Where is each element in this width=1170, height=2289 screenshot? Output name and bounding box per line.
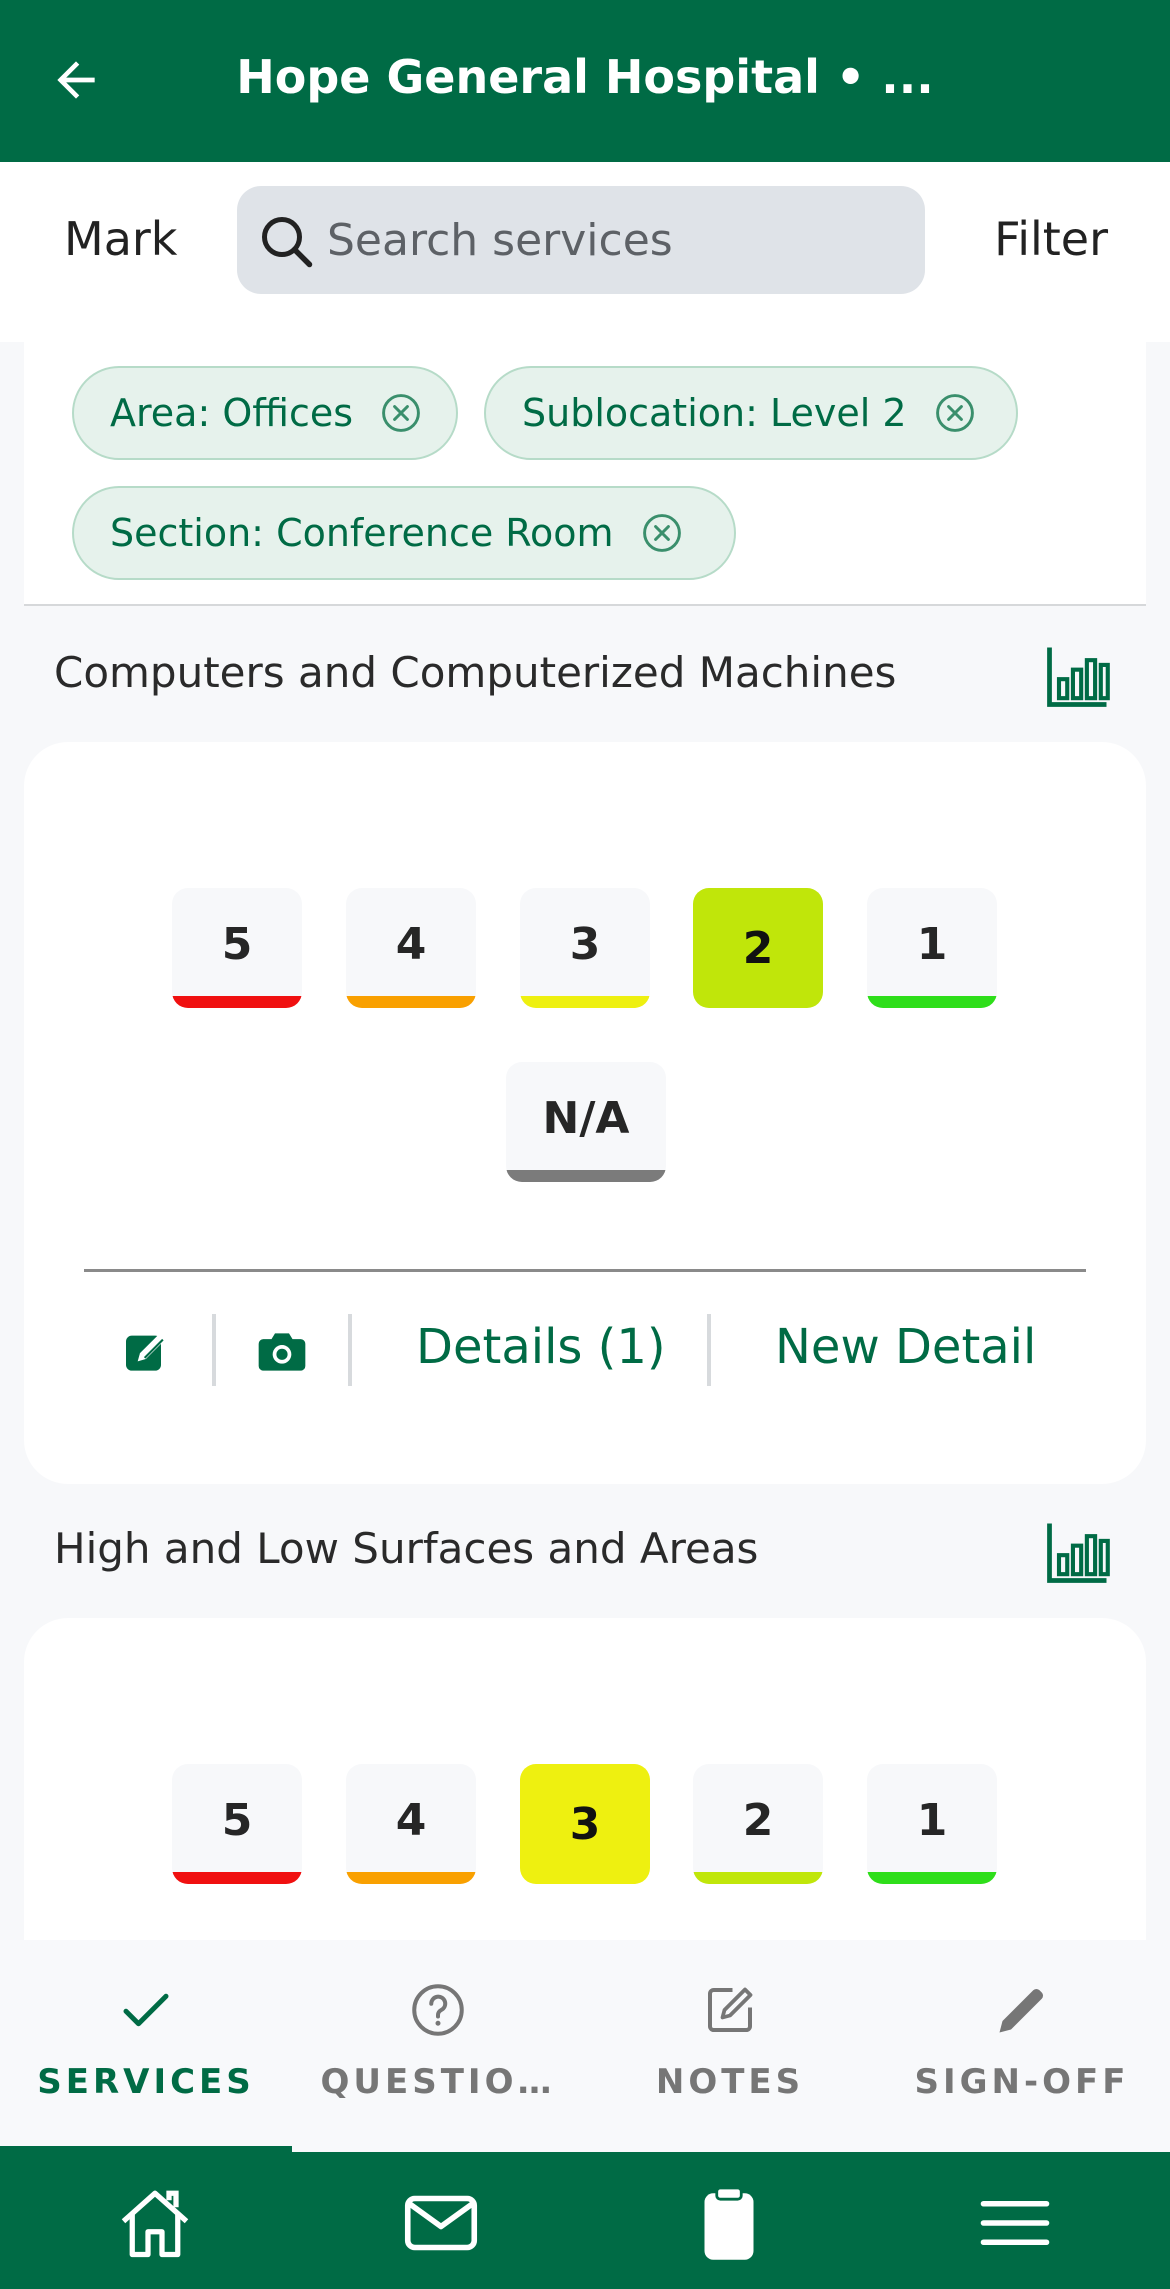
rating-button-2[interactable]: 2 (693, 888, 823, 1008)
tab-sign-off[interactable]: SIGN-OFF (876, 1940, 1168, 2152)
service-title: Computers and Computerized Machines (54, 648, 897, 697)
mark-button[interactable]: Mark (64, 212, 177, 266)
home-icon (121, 2190, 189, 2258)
back-button[interactable] (36, 40, 116, 120)
rating-color-bar (520, 996, 650, 1008)
close-circle-icon[interactable] (379, 391, 423, 435)
service-card: 5 4 3 2 1 N/A Details (1) New Detail (24, 742, 1146, 1484)
search-toolbar: Mark Filter (0, 162, 1170, 342)
rating-button-3[interactable]: 3 (520, 1764, 650, 1884)
filter-chip-section[interactable]: Section: Conference Room (72, 486, 736, 580)
bottom-tab-bar: SERVICES QUESTIO… NOTES SIGN-OFF (0, 1940, 1170, 2152)
tab-notes[interactable]: NOTES (584, 1940, 876, 2152)
filter-chip-sublocation[interactable]: Sublocation: Level 2 (484, 366, 1018, 460)
mail-button[interactable] (396, 2178, 486, 2268)
rating-button-3[interactable]: 3 (520, 888, 650, 1008)
separator (348, 1314, 352, 1386)
search-box[interactable] (237, 186, 925, 294)
rating-button-4[interactable]: 4 (346, 888, 476, 1008)
notes-icon (708, 1987, 753, 2032)
filter-chip-label: Sublocation: Level 2 (522, 391, 907, 435)
separator (707, 1314, 711, 1386)
top-app-bar: Hope General Hospital • ... (0, 0, 1170, 162)
close-circle-icon[interactable] (933, 391, 977, 435)
rating-color-bar (867, 996, 997, 1008)
rating-color-bar (346, 1872, 476, 1884)
bottom-navigation (0, 2152, 1170, 2289)
details-link[interactable]: Details (1) (416, 1319, 666, 1375)
rating-button-na[interactable]: N/A (506, 1062, 666, 1182)
edit-icon[interactable] (119, 1324, 175, 1380)
home-button[interactable] (110, 2178, 200, 2268)
tab-services[interactable]: SERVICES (0, 1940, 292, 2152)
tab-label: SIGN-OFF (914, 2062, 1130, 2102)
rating-button-5[interactable]: 5 (172, 888, 302, 1008)
separator (212, 1314, 216, 1386)
rating-color-bar (172, 1872, 302, 1884)
filter-chip-label: Area: Offices (110, 391, 354, 435)
camera-icon[interactable] (254, 1324, 310, 1380)
rating-button-5[interactable]: 5 (172, 1764, 302, 1884)
filter-button[interactable]: Filter (994, 212, 1108, 266)
page-title: Hope General Hospital • ... (236, 50, 934, 104)
clipboard-icon (704, 2186, 754, 2260)
menu-button[interactable] (970, 2178, 1060, 2268)
service-title: High and Low Surfaces and Areas (54, 1524, 759, 1573)
rating-color-bar (867, 1872, 997, 1884)
question-circle-icon (412, 1984, 464, 2036)
rating-color-bar (693, 1872, 823, 1884)
active-filters: Area: Offices Sublocation: Level 2 Secti… (24, 342, 1146, 606)
rating-color-bar (506, 1170, 666, 1182)
tab-label: NOTES (655, 2062, 805, 2102)
rating-button-1[interactable]: 1 (867, 1764, 997, 1884)
filter-chip-label: Section: Conference Room (110, 511, 614, 555)
rating-button-2[interactable]: 2 (693, 1764, 823, 1884)
tab-label: SERVICES (37, 2062, 255, 2102)
bar-chart-icon[interactable] (1040, 638, 1116, 714)
filter-chip-area[interactable]: Area: Offices (72, 366, 458, 460)
search-icon (262, 217, 313, 268)
menu-icon (980, 2200, 1050, 2246)
pencil-icon (999, 1988, 1044, 2033)
check-icon (123, 1993, 169, 2027)
mail-icon (404, 2195, 478, 2251)
divider (84, 1269, 1086, 1272)
rating-color-bar (172, 996, 302, 1008)
bar-chart-icon[interactable] (1040, 1514, 1116, 1590)
clipboard-button[interactable] (684, 2178, 774, 2268)
tab-questions[interactable]: QUESTIO… (292, 1940, 584, 2152)
close-circle-icon[interactable] (640, 511, 684, 555)
tab-label: QUESTIO… (320, 2062, 556, 2102)
search-input[interactable] (327, 186, 907, 294)
rating-button-4[interactable]: 4 (346, 1764, 476, 1884)
rating-button-1[interactable]: 1 (867, 888, 997, 1008)
rating-color-bar (346, 996, 476, 1008)
arrow-left-icon (57, 61, 95, 99)
new-detail-link[interactable]: New Detail (775, 1319, 1036, 1375)
